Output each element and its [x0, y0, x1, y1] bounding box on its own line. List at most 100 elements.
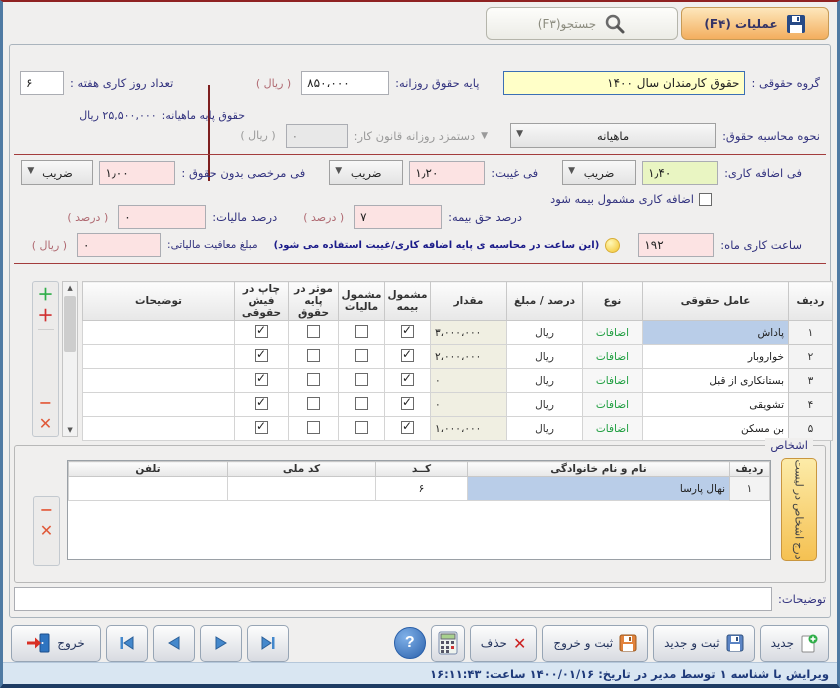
exit-button[interactable]: خروج — [11, 625, 101, 662]
table-row[interactable]: ۱ پاداش اضافات ریال ۳،۰۰۰،۰۰۰ — [83, 321, 833, 345]
print-checkbox[interactable] — [255, 325, 268, 338]
scroll-down-icon[interactable]: ▼ — [67, 424, 72, 436]
chevron-down-icon: ▼ — [335, 166, 342, 176]
scrollbar-thumb[interactable] — [64, 296, 76, 352]
overtime-insurance-label: اضافه کاری مشمول بیمه شود — [550, 192, 694, 206]
absence-unit-select[interactable]: ضریب ▼ — [329, 160, 403, 185]
tax-checkbox[interactable] — [355, 397, 368, 410]
new-button[interactable]: جدید — [760, 625, 829, 662]
print-checkbox[interactable] — [255, 421, 268, 434]
nav-next-button[interactable] — [200, 625, 242, 662]
overtime-rate-label: فی اضافه کاری: — [724, 166, 802, 180]
delete-person-button[interactable]: ✕ — [36, 520, 57, 541]
scroll-up-icon[interactable]: ▲ — [67, 282, 72, 294]
print-checkbox[interactable] — [255, 373, 268, 386]
minus-icon: − — [40, 500, 53, 519]
insurance-checkbox[interactable] — [401, 349, 414, 362]
print-checkbox[interactable] — [255, 397, 268, 410]
factors-side-buttons: ＋ ＋ − ✕ — [32, 281, 59, 437]
tax-pct-unit: ( درصد ) — [67, 211, 108, 224]
previous-record-icon — [166, 635, 182, 651]
row-salary-group: گروه حقوقی : پایه حقوق روزانه: ( ریال ) … — [20, 71, 820, 95]
notes-label: توضیحات: — [778, 592, 826, 606]
nav-last-button[interactable] — [247, 625, 289, 662]
salary-group-input[interactable] — [503, 71, 745, 95]
tab-operations[interactable]: عملیات (F۴) — [681, 7, 829, 40]
monthly-base-line: حقوق پایه ماهیانه: ۲۵,۵۰۰,۰۰۰ ریال — [79, 109, 245, 122]
insert-persons-button[interactable]: درج اشخاص در لیست — [781, 458, 817, 561]
tax-pct-input[interactable] — [118, 205, 206, 229]
overtime-rate-input[interactable] — [642, 161, 718, 185]
base-checkbox[interactable] — [307, 325, 320, 338]
tabstrip: عملیات (F۴) جستجو(F۳) — [486, 7, 829, 40]
base-checkbox[interactable] — [307, 373, 320, 386]
save-exit-button[interactable]: ثبت و خروج — [542, 625, 648, 662]
x-icon: ✕ — [39, 414, 52, 433]
payroll-group-window: عملیات (F۴) جستجو(F۳) گروه حقوقی : پایه … — [0, 0, 840, 688]
remove-person-button[interactable]: − — [36, 499, 57, 520]
question-mark-icon: ? — [405, 634, 415, 652]
add-factor-alt-button[interactable]: ＋ — [35, 305, 56, 326]
tax-exempt-input[interactable] — [77, 233, 161, 257]
insurance-pct-label: درصد حق بیمه: — [448, 210, 522, 224]
insurance-checkbox[interactable] — [401, 373, 414, 386]
unpaid-leave-rate-input[interactable] — [99, 161, 175, 185]
new-button-label: جدید — [771, 636, 794, 650]
divider — [38, 329, 54, 330]
week-days-input[interactable] — [20, 71, 64, 95]
print-checkbox[interactable] — [255, 349, 268, 362]
tax-exempt-unit: ( ریال ) — [32, 239, 67, 252]
remove-factor-button[interactable]: − — [35, 392, 56, 413]
col-print: چاپ در فیش حقوقی — [235, 282, 289, 321]
insurance-pct-unit: ( درصد ) — [303, 211, 344, 224]
insurance-checkbox[interactable] — [401, 397, 414, 410]
insert-persons-label: درج اشخاص در لیست — [793, 460, 806, 560]
status-bar: ویرایش با شناسه ۱ توسط مدیر در تاریخ: ۱۴… — [3, 662, 837, 684]
calc-method-label: نحوه محاسبه حقوق: — [722, 129, 820, 143]
base-checkbox[interactable] — [307, 421, 320, 434]
base-checkbox[interactable] — [307, 349, 320, 362]
delete-factor-button[interactable]: ✕ — [35, 413, 56, 434]
base-checkbox[interactable] — [307, 397, 320, 410]
list-item[interactable]: ۱ نهال پارسا ۶ — [69, 477, 770, 501]
save-new-button[interactable]: ثبت و جدید — [653, 625, 755, 662]
factors-scrollbar[interactable]: ▲ ▼ — [62, 281, 78, 437]
search-icon — [604, 13, 626, 35]
unpaid-leave-unit-select[interactable]: ضریب ▼ — [21, 160, 93, 185]
overtime-insurance-checkbox[interactable] — [699, 193, 712, 206]
insurance-checkbox[interactable] — [401, 421, 414, 434]
exit-door-icon — [27, 633, 51, 653]
tax-checkbox[interactable] — [355, 349, 368, 362]
insurance-checkbox[interactable] — [401, 325, 414, 338]
table-row[interactable]: ۲ خواروبار اضافات ریال ۲،۰۰۰،۰۰۰ — [83, 345, 833, 369]
calculator-button[interactable] — [431, 625, 465, 662]
add-factor-button[interactable]: ＋ — [35, 284, 56, 305]
tax-checkbox[interactable] — [355, 421, 368, 434]
plus-icon: ＋ — [37, 285, 53, 304]
delete-button[interactable]: ✕ حذف — [470, 625, 538, 662]
calc-method-select[interactable]: ماهیانه ▼ — [510, 123, 716, 148]
month-hours-input[interactable] — [638, 233, 714, 257]
table-row[interactable]: ۵ بن مسکن اضافات ریال ۱،۰۰۰،۰۰۰ — [83, 417, 833, 441]
tax-checkbox[interactable] — [355, 325, 368, 338]
table-row[interactable]: ۳ بستانکاری از قبل اضافات ریال ۰ — [83, 369, 833, 393]
tab-search-label: جستجو(F۳) — [538, 17, 596, 31]
daily-base-input[interactable] — [301, 71, 389, 95]
absence-rate-input[interactable] — [409, 161, 485, 185]
col-factor: عامل حقوقی — [643, 282, 789, 321]
nav-previous-button[interactable] — [153, 625, 195, 662]
tab-search[interactable]: جستجو(F۳) — [486, 7, 678, 40]
daily-base-unit: ( ریال ) — [256, 77, 291, 90]
tax-checkbox[interactable] — [355, 373, 368, 386]
notes-input[interactable] — [14, 587, 772, 611]
col-notes: توضیحات — [83, 282, 235, 321]
table-row[interactable]: ۴ تشویقی اضافات ریال ۰ — [83, 393, 833, 417]
overtime-unit-select[interactable]: ضریب ▼ — [562, 160, 636, 185]
insurance-pct-input[interactable] — [354, 205, 442, 229]
nav-first-button[interactable] — [106, 625, 148, 662]
row-rates: فی اضافه کاری: ضریب ▼ فی غیبت: ضریب ▼ فی… — [20, 160, 802, 185]
tax-pct-label: درصد مالیات: — [212, 210, 277, 224]
new-page-icon — [800, 633, 818, 653]
last-record-icon — [260, 635, 276, 651]
help-button[interactable]: ? — [394, 627, 426, 659]
